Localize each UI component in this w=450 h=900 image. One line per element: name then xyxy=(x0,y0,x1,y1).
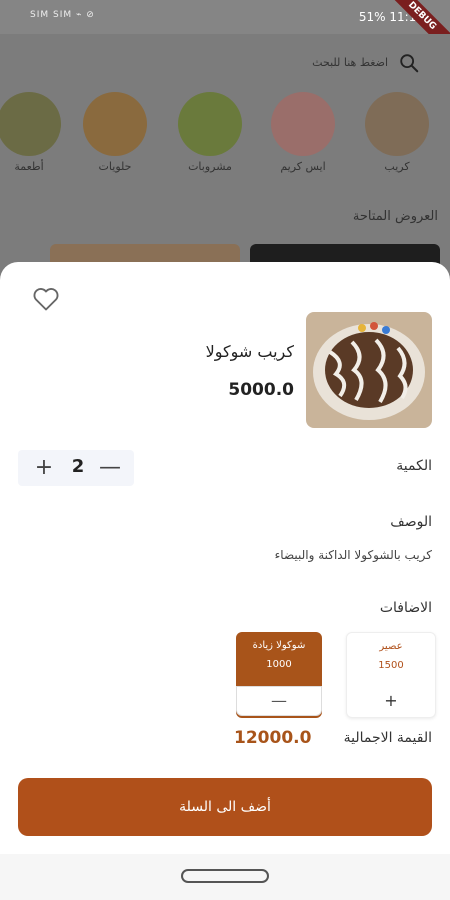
product-name: كريب شوكولا xyxy=(205,342,294,361)
category-label: ايس كريم xyxy=(280,160,326,173)
status-icons: SIM SIM ⌁ ⊘ xyxy=(30,10,95,20)
addon-price: 1500 xyxy=(378,660,404,671)
product-image xyxy=(306,312,432,428)
category-image xyxy=(0,92,61,156)
addon-name: عصير xyxy=(379,641,403,652)
category-image xyxy=(271,92,335,156)
add-to-cart-button[interactable]: أضف الى السلة xyxy=(18,778,432,836)
search-bar[interactable]: اضغط هنا للبحث xyxy=(0,46,450,82)
addon-card-extra-chocolate[interactable]: شوكولا زيادة 1000 — xyxy=(236,632,322,718)
total-value: 12000.0 xyxy=(234,728,312,748)
category-item-sweets[interactable]: حلويات xyxy=(80,92,150,173)
status-bar: SIM SIM ⌁ ⊘ 51% 11:11 DEBUG xyxy=(0,0,450,58)
category-label: مشروبات xyxy=(188,160,232,173)
addon-name: شوكولا زيادة xyxy=(252,640,306,651)
quantity-label: الكمية xyxy=(396,458,432,474)
category-image xyxy=(83,92,147,156)
category-item-crepe[interactable]: كريب xyxy=(362,92,432,173)
battery-level: 51% xyxy=(358,10,386,24)
addons-label: الاضافات xyxy=(379,600,432,616)
offers-title: العروض المتاحة xyxy=(352,209,438,224)
addon-card-juice[interactable]: عصير 1500 + xyxy=(346,632,436,718)
product-bottom-sheet: كريب شوكولا 5000.0 الكمية + 2 — الوصف كر… xyxy=(0,262,450,854)
category-item-icecream[interactable]: ايس كريم xyxy=(268,92,338,173)
addon-remove-button[interactable]: — xyxy=(236,686,322,716)
search-placeholder: اضغط هنا للبحث xyxy=(312,56,388,69)
category-image xyxy=(365,92,429,156)
product-price: 5000.0 xyxy=(228,380,294,400)
category-image xyxy=(178,92,242,156)
total-label: القيمة الاجمالية xyxy=(343,730,432,746)
addon-price: 1000 xyxy=(266,659,292,670)
description-text: كريب بالشوكولا الداكنة والبيضاء xyxy=(274,548,432,562)
quantity-stepper: + 2 — xyxy=(18,450,134,486)
home-gesture-handle[interactable] xyxy=(181,869,269,883)
category-label: أطعمة xyxy=(14,160,44,173)
category-label: كريب xyxy=(384,160,410,173)
category-item-drinks[interactable]: مشروبات xyxy=(175,92,245,173)
quantity-increase-button[interactable]: + xyxy=(30,454,58,482)
category-label: حلويات xyxy=(98,160,132,173)
category-item-food[interactable]: أطعمة xyxy=(0,92,64,173)
category-list: أطعمة حلويات مشروبات ايس كريم كريب xyxy=(0,92,450,182)
quantity-value: 2 xyxy=(71,456,85,477)
addon-add-button[interactable]: + xyxy=(347,687,435,717)
navigation-bar xyxy=(0,854,450,900)
search-icon[interactable] xyxy=(398,52,420,74)
quantity-decrease-button[interactable]: — xyxy=(96,454,124,482)
description-label: الوصف xyxy=(390,514,432,530)
heart-icon[interactable] xyxy=(32,286,60,312)
